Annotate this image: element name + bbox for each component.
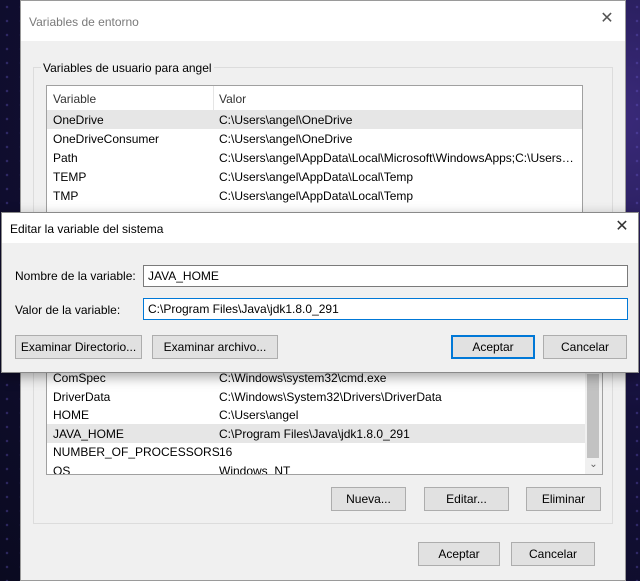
table-row[interactable]: OS Windows_NT [47,461,602,475]
table-row[interactable]: JAVA_HOME C:\Program Files\Java\jdk1.8.0_… [47,423,602,443]
variable-value-cell: C:\Users\angel\AppData\Local\Microsoft\W… [219,151,576,165]
variable-value-input[interactable] [143,298,628,320]
user-variables-label: Variables de usuario para angel [41,61,214,75]
variable-name-label: Nombre de la variable: [15,269,136,283]
edit-dialog-title: Editar la variable del sistema [10,222,164,236]
browse-directory-button[interactable]: Examinar Directorio... [15,335,142,359]
edit-ok-button[interactable]: Aceptar [451,335,535,359]
table-row[interactable]: HOME C:\Users\angel [47,405,602,424]
edit-variable-button[interactable]: Editar... [424,487,509,511]
table-row[interactable]: TMP C:\Users\angel\AppData\Local\Temp [47,186,582,205]
variable-name-cell: NUMBER_OF_PROCESSORS [53,445,220,459]
edit-title-bar: Editar la variable del sistema ✕ [2,213,638,243]
table-row[interactable]: OneDriveConsumer C:\Users\angel\OneDrive [47,129,582,148]
variable-value-cell: C:\Program Files\Java\jdk1.8.0_291 [219,426,410,441]
variable-name-input[interactable] [143,265,628,287]
cancel-button[interactable]: Cancelar [511,542,595,566]
variable-name-cell: TMP [53,189,79,203]
list-header: Variable Valor [47,86,582,111]
variable-value-cell: C:\Users\angel\OneDrive [219,113,353,127]
variable-name-cell: JAVA_HOME [53,426,124,441]
variable-value-cell: C:\Windows\System32\Drivers\DriverData [219,389,442,404]
table-row[interactable]: NUMBER_OF_PROCESSORS 16 [47,442,602,461]
column-header-value[interactable]: Valor [219,92,246,106]
variable-name-cell: TEMP [53,170,87,184]
column-header-variable[interactable]: Variable [53,92,96,106]
edit-cancel-button[interactable]: Cancelar [543,335,627,359]
delete-variable-button[interactable]: Eliminar [526,487,601,511]
table-row[interactable]: OneDrive C:\Users\angel\OneDrive [47,110,582,129]
column-divider[interactable] [213,86,214,110]
scrollbar-thumb[interactable] [587,374,599,458]
variable-name-cell: OneDrive [53,113,104,127]
table-row[interactable]: TEMP C:\Users\angel\AppData\Local\Temp [47,167,582,186]
variable-name-cell: OS [53,463,71,475]
chevron-down-icon[interactable]: ⌄ [585,458,602,472]
user-variables-list[interactable]: Variable Valor OneDrive C:\Users\angel\On… [46,85,583,215]
variable-value-cell: C:\Users\angel\AppData\Local\Temp [219,170,414,184]
variable-value-cell: 16 [219,445,233,459]
browse-file-button[interactable]: Examinar archivo... [152,335,278,359]
variable-name-cell: HOME [53,408,89,422]
vertical-scrollbar[interactable]: ⌄ [585,370,602,474]
variable-value-cell: C:\Users\angel [219,408,299,422]
close-icon[interactable]: ✕ [599,11,615,27]
variable-name-cell: ComSpec [53,371,106,385]
variable-name-cell: OneDriveConsumer [53,132,160,146]
variable-value-cell: C:\Users\angel\AppData\Local\Temp [219,189,414,203]
table-row[interactable]: Path C:\Users\angel\AppData\Local\Microso… [47,148,582,167]
dialog-title: Variables de entorno [29,15,139,29]
edit-system-variable-dialog: Editar la variable del sistema ✕ Nombre … [1,212,639,373]
close-icon[interactable]: ✕ [614,219,630,235]
ok-button[interactable]: Aceptar [418,542,500,566]
variable-name-cell: DriverData [53,389,111,404]
variable-name-cell: Path [53,151,78,165]
variable-value-label: Valor de la variable: [15,303,121,317]
variable-value-cell: C:\Users\angel\OneDrive [219,132,353,146]
system-variables-list[interactable]: ComSpec C:\Windows\system32\cmd.exe Driver… [46,369,603,475]
variable-value-cell: Windows_NT [219,463,291,475]
variable-value-cell: C:\Windows\system32\cmd.exe [219,371,387,385]
title-bar: Variables de entorno ✕ [21,1,625,41]
table-row[interactable]: DriverData C:\Windows\System32\Drivers\Dr… [47,387,602,406]
new-variable-button[interactable]: Nueva... [331,487,406,511]
